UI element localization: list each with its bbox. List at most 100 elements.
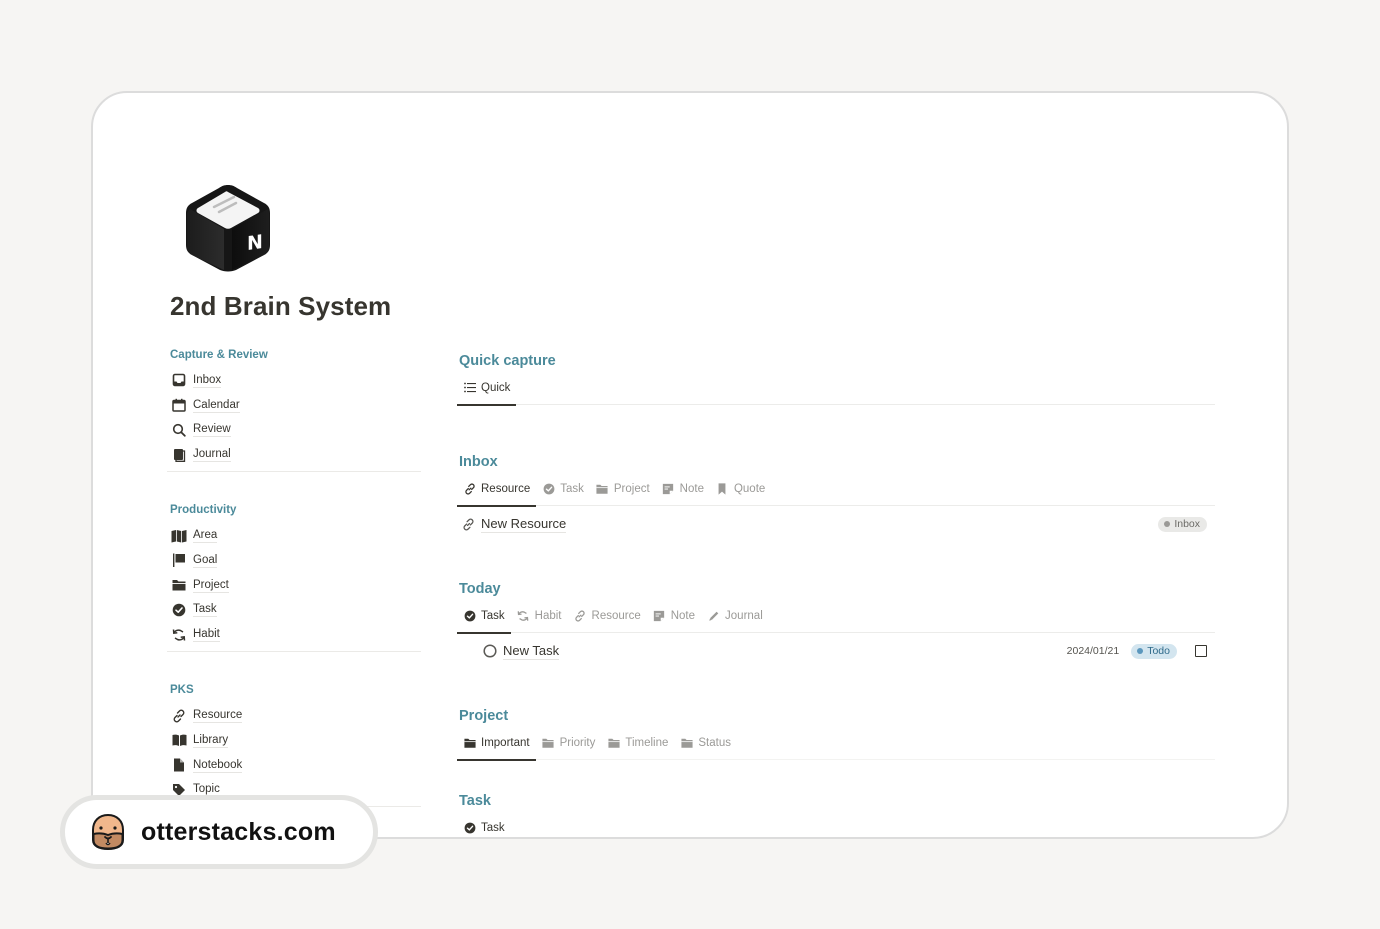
link-icon (463, 482, 476, 495)
done-checkbox[interactable] (1195, 645, 1207, 657)
sidebar-group-productivity: Productivity Area Goal Project Task Habi… (167, 502, 421, 653)
sidebar-item-inbox[interactable]: Inbox (167, 368, 421, 393)
list-icon (463, 381, 476, 394)
tab-label: Note (679, 482, 704, 495)
tab-habit[interactable]: Habit (511, 599, 568, 633)
sidebar-group-capture-review: Capture & Review Inbox Calendar Review J… (167, 347, 421, 473)
folder-icon (596, 482, 609, 495)
sidebar-item-calendar[interactable]: Calendar (167, 393, 421, 418)
flag-icon (171, 552, 187, 568)
sidebar-heading: Capture & Review (170, 349, 268, 361)
sidebar-item-area[interactable]: Area (167, 523, 421, 548)
watermark-badge: otterstacks.com (60, 795, 378, 869)
pencil-icon (707, 609, 720, 622)
section-title: Quick capture (459, 353, 556, 369)
sidebar-item-resource[interactable]: Resource (167, 703, 421, 728)
tab-note[interactable]: Note (647, 599, 701, 633)
status-dot (1164, 521, 1171, 527)
sidebar-item-label: Calendar (193, 398, 240, 413)
sidebar-item-habit[interactable]: Habit (167, 622, 421, 647)
tab-quick[interactable]: Quick (457, 371, 517, 406)
view-tabs: Task Habit Resource Note Journal (457, 599, 1215, 634)
section-title: Inbox (459, 454, 498, 470)
tab-note[interactable]: Note (656, 472, 710, 506)
item-title: New Task (503, 642, 560, 660)
due-date: 2024/01/21 (1066, 645, 1120, 657)
section-title: Today (459, 581, 501, 597)
sidebar-item-label: Notebook (193, 758, 243, 773)
sidebar-divider (167, 471, 421, 473)
status-label: Todo (1147, 644, 1170, 657)
folder-icon (607, 736, 620, 749)
tab-label: Status (698, 736, 731, 749)
tab-label: Habit (534, 609, 562, 622)
sidebar-item-project[interactable]: Project (167, 573, 421, 598)
tab-label: Task (481, 609, 505, 622)
list-item[interactable]: New Resource Inbox (457, 506, 1215, 542)
folder-icon (171, 577, 187, 593)
section-project: Project Important Priority Timeline Stat… (457, 706, 1215, 761)
status-dot (1137, 648, 1144, 654)
list-item[interactable]: New Task 2024/01/21 Todo (457, 633, 1215, 669)
tab-label: Resource (591, 609, 641, 622)
page-title: 2nd Brain System (170, 291, 392, 321)
tab-task[interactable]: Task (457, 811, 511, 837)
sidebar-item-label: Journal (193, 448, 231, 463)
tab-resource[interactable]: Resource (568, 599, 647, 633)
search-icon (171, 422, 187, 438)
tab-quote[interactable]: Quote (710, 472, 771, 506)
sidebar-item-notebook[interactable]: Notebook (167, 753, 421, 778)
tab-label: Task (560, 482, 584, 495)
sidebar-item-journal[interactable]: Journal (167, 442, 421, 467)
tab-priority[interactable]: Priority (536, 726, 602, 760)
map-icon (171, 528, 187, 544)
note-icon (653, 609, 666, 622)
section-title: Project (459, 708, 509, 724)
sidebar-item-goal[interactable]: Goal (167, 548, 421, 573)
circle-icon[interactable] (483, 644, 497, 658)
tab-label: Journal (725, 609, 763, 622)
tab-important[interactable]: Important (457, 726, 536, 761)
item-properties: 2024/01/21 Todo (1066, 643, 1207, 659)
view-tabs: Quick (457, 371, 1215, 406)
item-title: New Resource (481, 515, 567, 533)
tab-journal[interactable]: Journal (701, 599, 769, 633)
status-badge: Todo (1131, 643, 1177, 659)
sidebar-item-label: Task (193, 603, 217, 618)
section-inbox: Inbox Resource Task Project Note Quote N… (457, 452, 1215, 542)
tab-resource[interactable]: Resource (457, 472, 537, 507)
tab-status[interactable]: Status (674, 726, 737, 760)
tab-task[interactable]: Task (536, 472, 590, 506)
inbox-tray-icon (171, 372, 187, 388)
sidebar-item-task[interactable]: Task (167, 598, 421, 623)
tab-label: Task (481, 822, 505, 834)
tab-project[interactable]: Project (590, 472, 656, 506)
check-circle-icon (171, 602, 187, 618)
section-quick-capture: Quick capture Quick (457, 351, 1215, 406)
item-properties: Inbox (1158, 516, 1207, 532)
check-circle-icon (463, 822, 476, 835)
tab-label: Resource (481, 482, 531, 495)
sidebar-heading: PKS (170, 684, 194, 697)
sidebar-item-label: Project (193, 578, 229, 593)
section-today: Today Task Habit Resource Note Journal N… (457, 579, 1215, 669)
sidebar-item-review[interactable]: Review (167, 418, 421, 443)
link-icon (461, 517, 475, 531)
sidebar-item-label: Habit (193, 628, 220, 643)
watermark-site: otterstacks.com (141, 817, 336, 846)
tab-timeline[interactable]: Timeline (601, 726, 674, 760)
tab-label: Note (670, 609, 696, 622)
notion-page-card: N 2nd Brain System Capture & Review Inbo… (91, 91, 1289, 839)
link-icon (171, 708, 187, 724)
sidebar-item-library[interactable]: Library (167, 728, 421, 753)
check-circle-icon (542, 482, 555, 495)
folder-icon (463, 736, 476, 749)
folder-icon (542, 736, 555, 749)
sidebar-item-label: Inbox (193, 373, 222, 388)
view-tabs: Important Priority Timeline Status (457, 726, 1215, 761)
notion-cube-icon: N (186, 185, 270, 272)
tab-task[interactable]: Task (457, 599, 511, 634)
svg-text:N: N (247, 230, 263, 255)
sidebar-item-label: Review (193, 423, 231, 438)
tab-label: Timeline (625, 736, 669, 749)
